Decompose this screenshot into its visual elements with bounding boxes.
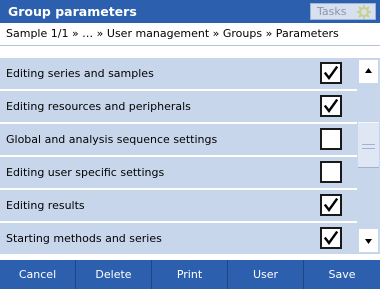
scroll-up-button[interactable] <box>359 60 378 83</box>
gear-icon <box>356 4 372 20</box>
breadcrumb-text: Sample 1/1 » … » User management » Group… <box>6 27 339 40</box>
checkbox[interactable] <box>320 194 342 216</box>
page-title: Group parameters <box>8 4 137 19</box>
group-parameters-screen: Group parameters Tasks Sample 1/1 » … » … <box>0 0 380 289</box>
scrollbar[interactable] <box>357 58 380 254</box>
list-item[interactable]: Editing user specific settings <box>0 157 357 189</box>
breadcrumb: Sample 1/1 » … » User management » Group… <box>0 23 380 46</box>
thumb-grip <box>362 144 375 149</box>
list-item[interactable]: Starting methods and series <box>0 223 357 255</box>
title-bar: Group parameters Tasks <box>0 0 380 23</box>
checkmark-icon <box>323 98 339 114</box>
tasks-label: Tasks <box>317 5 347 18</box>
tasks-button[interactable]: Tasks <box>310 3 376 20</box>
delete-button[interactable]: Delete <box>76 260 152 289</box>
list-item[interactable]: Editing resources and peripherals <box>0 91 357 123</box>
checkbox[interactable] <box>320 62 342 84</box>
checkbox[interactable] <box>320 95 342 117</box>
user-button[interactable]: User <box>228 260 304 289</box>
list-item-label: Editing series and samples <box>6 67 154 80</box>
arrow-down-icon <box>359 237 378 256</box>
scroll-thumb[interactable] <box>358 122 379 168</box>
list-item-label: Starting methods and series <box>6 232 162 245</box>
checkbox[interactable] <box>320 161 342 183</box>
list-item-label: Global and analysis sequence settings <box>6 133 218 146</box>
list-item-label: Editing user specific settings <box>6 166 165 179</box>
list-item[interactable]: Editing results <box>0 190 357 222</box>
list-item-label: Editing resources and peripherals <box>6 100 191 113</box>
checkmark-icon <box>323 197 339 213</box>
save-button[interactable]: Save <box>304 260 380 289</box>
list-item[interactable]: Editing series and samples <box>0 58 357 90</box>
scroll-down-button[interactable] <box>359 229 378 252</box>
footer-bar: Cancel Delete Print User Save <box>0 260 380 289</box>
arrow-up-icon <box>359 68 378 87</box>
checkbox[interactable] <box>320 128 342 150</box>
print-button[interactable]: Print <box>152 260 228 289</box>
checkmark-icon <box>323 230 339 246</box>
list-item[interactable]: Global and analysis sequence settings <box>0 124 357 156</box>
parameter-list: Editing series and samples Editing resou… <box>0 58 357 255</box>
list-item-label: Editing results <box>6 199 85 212</box>
cancel-button[interactable]: Cancel <box>0 260 76 289</box>
checkbox[interactable] <box>320 227 342 249</box>
checkmark-icon <box>323 65 339 81</box>
